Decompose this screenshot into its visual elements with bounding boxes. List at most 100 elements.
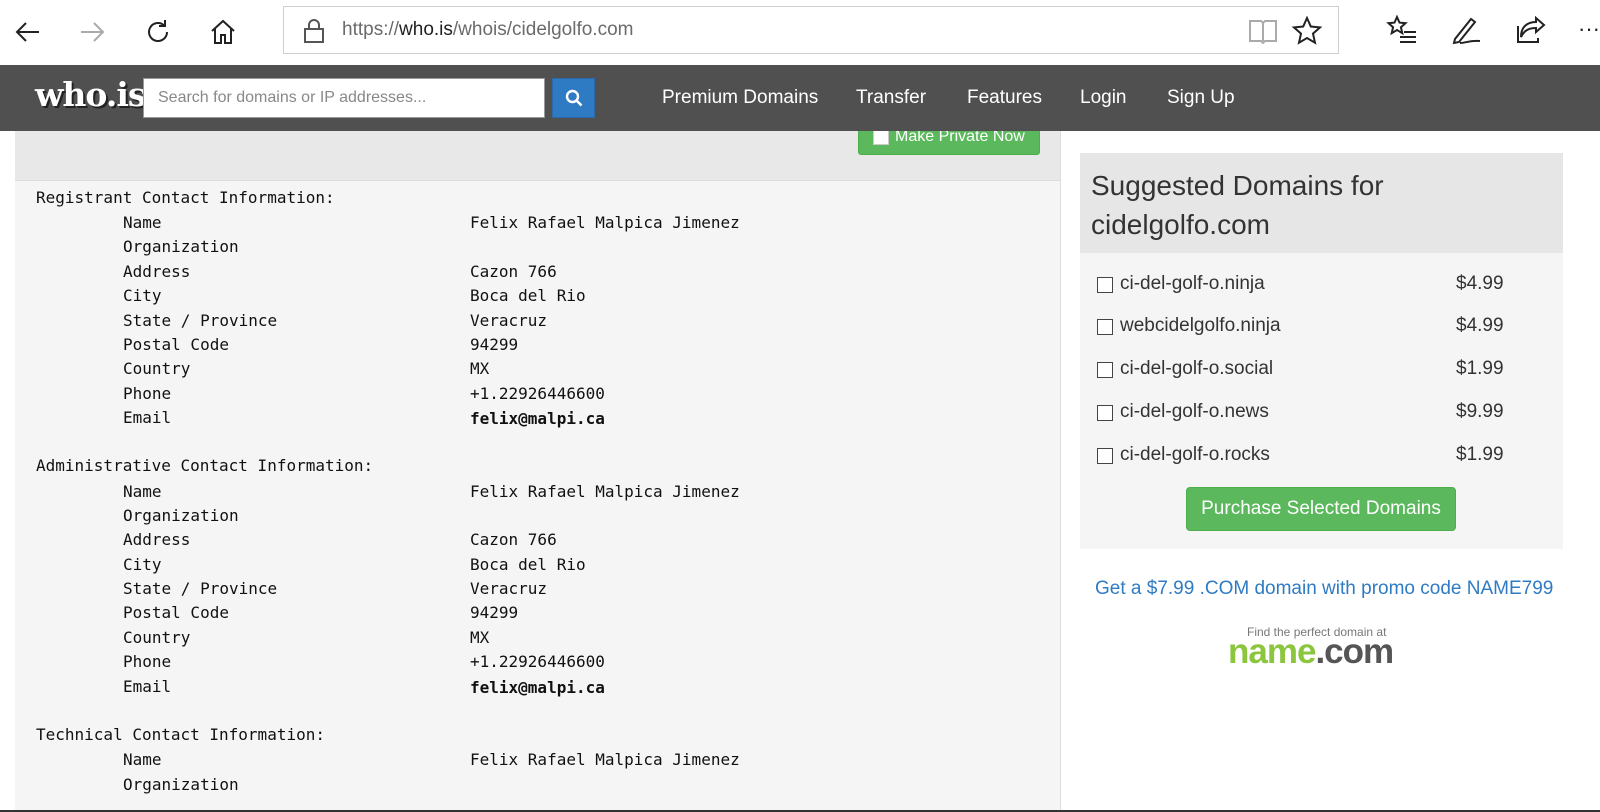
share-icon[interactable] [1514,14,1548,48]
domain-option[interactable]: ci-del-golf-o.news $9.99 [1097,401,1517,429]
domain-checkbox[interactable] [1097,448,1113,464]
field-value: +1.22926446600 [470,384,605,403]
site-header: who.is Premium Domains Transfer Features… [0,65,1600,131]
nav-login[interactable]: Login [1080,87,1127,109]
field-label: Postal Code [123,603,229,622]
whois-record-panel: Make Private Now Registrant Contact Info… [15,131,1061,812]
field-value: Felix Rafael Malpica Jimenez [470,482,740,501]
domain-price: $9.99 [1456,401,1504,422]
promo-link[interactable]: Get a $7.99 .COM domain with promo code … [1095,578,1553,600]
pen-notes-icon[interactable] [1450,14,1484,48]
search-icon [565,89,582,107]
purchase-selected-button[interactable]: Purchase Selected Domains [1186,487,1456,531]
lock-icon [304,19,324,43]
suggested-domains-header: Suggested Domains for cidelgolfo.com [1080,153,1563,253]
domain-checkbox[interactable] [1097,319,1113,335]
field-label: Country [123,628,191,647]
domain-option[interactable]: ci-del-golf-o.ninja $4.99 [1097,273,1517,301]
field-value: 94299 [470,603,519,622]
namecom-logo-com: com [1324,632,1394,671]
home-icon[interactable] [203,12,243,52]
domain-price: $4.99 [1456,315,1504,336]
field-value: MX [470,628,490,647]
domain-name: webcidelgolfo.ninja [1120,315,1281,336]
section-title-technical: Technical Contact Information: [36,725,325,744]
nav-transfer[interactable]: Transfer [856,87,926,109]
domain-checkbox[interactable] [1097,362,1113,378]
field-label: Name [123,213,162,232]
domain-price: $1.99 [1456,358,1504,379]
favorites-list-icon[interactable] [1386,14,1420,48]
field-value: 94299 [470,335,519,354]
back-icon[interactable] [8,12,48,52]
nav-features[interactable]: Features [967,87,1042,109]
domain-checkbox[interactable] [1097,405,1113,421]
make-private-button[interactable]: Make Private Now [858,131,1040,155]
namecom-logo[interactable]: name.com [1228,632,1394,672]
make-private-label: Make Private Now [895,131,1025,145]
checkbox-icon [873,131,889,145]
field-label: Organization [123,775,239,794]
field-label: Name [123,482,162,501]
domain-price: $1.99 [1456,444,1504,465]
field-label: City [123,286,162,305]
field-value: Veracruz [470,311,548,330]
domain-name: ci-del-golf-o.rocks [1120,444,1270,465]
refresh-icon[interactable] [138,12,178,52]
address-bar[interactable]: https://who.is/whois/cidelgolfo.com [283,6,1339,54]
field-label: Postal Code [123,335,229,354]
section-title-registrant: Registrant Contact Information: [36,188,335,207]
field-value: Felix Rafael Malpica Jimenez [470,750,740,769]
field-label: Name [123,750,162,769]
field-label: Organization [123,237,239,256]
whois-logo[interactable]: who.is [35,75,146,114]
search-input[interactable] [143,78,545,118]
field-value: Cazon 766 [470,262,557,281]
url-text[interactable]: https://who.is/whois/cidelgolfo.com [342,19,633,41]
field-value: +1.22926446600 [470,652,605,671]
field-label: Organization [123,506,239,525]
field-value: Cazon 766 [470,530,557,549]
favorite-star-icon[interactable] [1292,16,1322,46]
field-label: City [123,555,162,574]
reading-view-icon[interactable] [1248,18,1278,44]
field-value: MX [470,359,490,378]
domain-name: ci-del-golf-o.news [1120,401,1269,422]
domain-option[interactable]: ci-del-golf-o.rocks $1.99 [1097,444,1517,472]
suggested-domains-panel: Suggested Domains for cidelgolfo.com ci-… [1080,153,1563,549]
search-button[interactable] [552,78,595,118]
browser-toolbar: https://who.is/whois/cidelgolfo.com ··· [0,0,1600,64]
field-label: State / Province [123,311,278,330]
url-path: /whois/cidelgolfo.com [452,19,634,40]
forward-icon[interactable] [72,12,112,52]
email-value: felix@malpi.ca [470,409,605,428]
field-value: Boca del Rio [470,286,586,305]
email-value: felix@malpi.ca [470,678,605,697]
domain-option[interactable]: webcidelgolfo.ninja $4.99 [1097,315,1517,343]
field-label: Email [123,408,172,427]
suggested-domains-title: Suggested Domains for cidelgolfo.com [1091,170,1384,240]
domain-checkbox[interactable] [1097,277,1113,293]
nav-sign-up[interactable]: Sign Up [1167,87,1235,109]
field-value: Felix Rafael Malpica Jimenez [470,213,740,232]
nav-premium-domains[interactable]: Premium Domains [662,87,818,109]
url-host: who.is [399,19,453,40]
field-label: Country [123,359,191,378]
field-value: Boca del Rio [470,555,586,574]
namecom-logo-name: name [1228,632,1316,671]
domain-price: $4.99 [1456,273,1504,294]
domain-name: ci-del-golf-o.social [1120,358,1274,379]
field-label: Email [123,677,172,696]
field-label: Address [123,262,191,281]
record-toolbar: Make Private Now [15,131,1060,181]
field-label: Phone [123,652,172,671]
domain-option[interactable]: ci-del-golf-o.social $1.99 [1097,358,1517,386]
section-title-administrative: Administrative Contact Information: [36,456,374,475]
field-label: Phone [123,384,172,403]
domain-name: ci-del-golf-o.ninja [1120,273,1265,294]
url-scheme: https:// [342,19,400,40]
namecom-logo-dot: . [1315,632,1325,671]
more-icon[interactable]: ··· [1578,16,1600,50]
field-value: Veracruz [470,579,548,598]
field-label: Address [123,530,191,549]
